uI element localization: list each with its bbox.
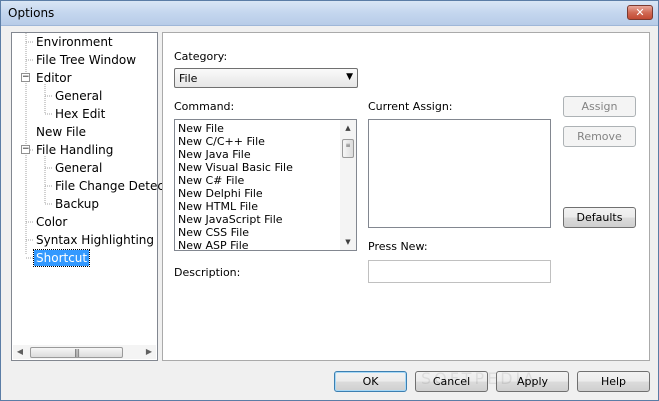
apply-button[interactable]: Apply: [496, 371, 569, 392]
list-item[interactable]: New HTML File: [178, 200, 258, 213]
tree-item-color[interactable]: Color: [34, 214, 69, 230]
options-dialog: Options ✕ Environment File Tree Window −…: [0, 0, 659, 401]
assign-button[interactable]: Assign: [563, 96, 636, 117]
tree-item-hex-edit[interactable]: Hex Edit: [53, 106, 107, 122]
title-bar[interactable]: Options ✕: [1, 1, 658, 26]
tree-item-shortcut[interactable]: Shortcut: [32, 249, 91, 267]
description-label: Description:: [174, 266, 241, 279]
command-label: Command:: [174, 100, 235, 113]
list-item[interactable]: New C# File: [178, 174, 244, 187]
defaults-button[interactable]: Defaults: [563, 207, 636, 228]
scroll-right-arrow-icon[interactable]: ▶: [142, 345, 156, 359]
collapse-editor-icon[interactable]: −: [21, 73, 30, 82]
list-item[interactable]: New JavaScript File: [178, 213, 283, 226]
ok-button[interactable]: OK: [334, 371, 407, 392]
list-item[interactable]: New Delphi File: [178, 187, 263, 200]
remove-button[interactable]: Remove: [563, 126, 636, 147]
list-item[interactable]: New Visual Basic File: [178, 161, 293, 174]
tree-item-editor[interactable]: Editor: [34, 70, 74, 86]
collapse-file-handling-icon[interactable]: −: [21, 145, 30, 154]
press-new-label: Press New:: [368, 240, 428, 253]
tree-item-file-change-detect[interactable]: File Change Detect: [53, 178, 171, 194]
category-value: File: [179, 72, 198, 85]
scroll-up-arrow-icon[interactable]: ▲: [340, 120, 356, 136]
tree-item-backup[interactable]: Backup: [53, 196, 101, 212]
scroll-down-arrow-icon[interactable]: ▼: [340, 234, 356, 250]
list-item[interactable]: New Java File: [178, 148, 251, 161]
press-new-input[interactable]: [368, 260, 551, 283]
tree-horizontal-scrollbar[interactable]: ◀ ||| ▶: [13, 345, 156, 359]
tree-item-file-handling-general[interactable]: General: [53, 160, 104, 176]
chevron-down-icon: ▼: [346, 72, 353, 82]
close-button[interactable]: ✕: [627, 5, 653, 20]
command-list[interactable]: New File New C/C++ File New Java File Ne…: [174, 119, 357, 251]
list-item[interactable]: New File: [178, 122, 224, 135]
vertical-scroll-thumb[interactable]: ≡: [342, 139, 354, 158]
list-item[interactable]: New CSS File: [178, 226, 249, 239]
tree-item-file-handling[interactable]: File Handling: [34, 142, 115, 158]
options-tree[interactable]: Environment File Tree Window − Editor Ge…: [11, 32, 169, 361]
list-item[interactable]: New C/C++ File: [178, 135, 265, 148]
tree-item-syntax-highlighting[interactable]: Syntax Highlighting: [34, 232, 156, 248]
help-button[interactable]: Help: [577, 371, 650, 392]
current-assign-label: Current Assign:: [368, 100, 453, 113]
scroll-left-arrow-icon[interactable]: ◀: [13, 345, 27, 359]
command-list-scrollbar[interactable]: ▲ ≡ ▼: [340, 120, 356, 250]
tree-item-file-tree-window[interactable]: File Tree Window: [34, 52, 138, 68]
tree-item-new-file[interactable]: New File: [34, 124, 88, 140]
category-label: Category:: [174, 50, 228, 63]
list-item[interactable]: New ASP File: [178, 239, 249, 250]
tree-item-environment[interactable]: Environment: [34, 34, 115, 50]
window-title: Options: [8, 6, 55, 20]
horizontal-scroll-thumb[interactable]: |||: [30, 347, 123, 358]
cancel-button[interactable]: Cancel: [415, 371, 488, 392]
tree-item-editor-general[interactable]: General: [53, 88, 104, 104]
category-dropdown[interactable]: File ▼: [174, 68, 358, 88]
current-assign-list[interactable]: [368, 119, 551, 228]
